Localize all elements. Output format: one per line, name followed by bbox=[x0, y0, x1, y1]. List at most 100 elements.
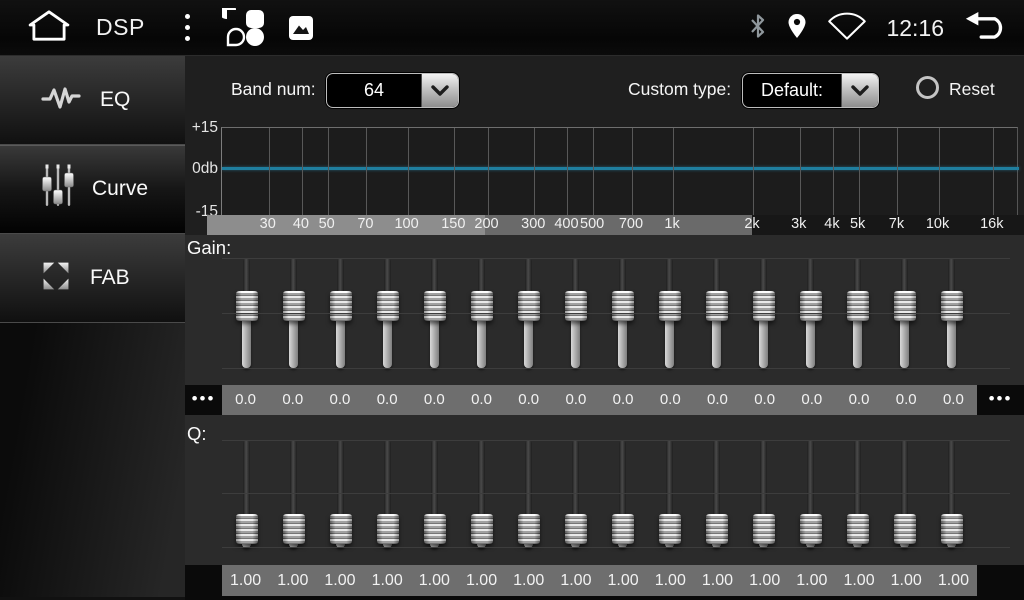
slider-track bbox=[336, 321, 345, 368]
q-slider[interactable] bbox=[753, 440, 775, 548]
q-slider[interactable] bbox=[471, 440, 493, 548]
sidebar-item-curve[interactable]: Curve bbox=[0, 145, 185, 234]
q-slider[interactable] bbox=[706, 440, 728, 548]
slider-knob-handle[interactable] bbox=[847, 291, 869, 321]
slider-knob-handle[interactable] bbox=[894, 291, 916, 321]
gridline bbox=[897, 128, 898, 216]
q-slider[interactable] bbox=[518, 440, 540, 548]
reset-label: Reset bbox=[949, 79, 995, 100]
slider-track bbox=[337, 440, 344, 514]
slider-track bbox=[571, 321, 580, 368]
gridline bbox=[534, 128, 535, 216]
slider-knob-handle[interactable] bbox=[518, 514, 540, 544]
q-value: 1.00 bbox=[694, 565, 741, 596]
back-icon[interactable] bbox=[962, 10, 1012, 46]
slider-knob-handle[interactable] bbox=[565, 514, 587, 544]
freq-tick: 50 bbox=[305, 216, 349, 232]
slider-knob-handle[interactable] bbox=[518, 291, 540, 321]
gain-value-strip: 0.00.00.00.00.00.00.00.00.00.00.00.00.00… bbox=[222, 385, 977, 415]
sidebar-item-fab[interactable]: FAB bbox=[0, 234, 185, 323]
gridline bbox=[859, 128, 860, 216]
slider-knob-handle[interactable] bbox=[283, 514, 305, 544]
slider-track bbox=[807, 440, 814, 514]
slider-track bbox=[948, 258, 955, 291]
custom-type-select[interactable]: Default: bbox=[742, 73, 879, 108]
slider-track bbox=[666, 258, 673, 291]
q-slider[interactable] bbox=[659, 440, 681, 548]
slider-track bbox=[384, 440, 391, 514]
slider-track bbox=[760, 258, 767, 291]
home-icon[interactable] bbox=[26, 8, 72, 47]
sidebar-item-eq[interactable]: EQ bbox=[0, 56, 185, 145]
slider-track bbox=[290, 440, 297, 514]
q-value-strip: 1.001.001.001.001.001.001.001.001.001.00… bbox=[222, 565, 977, 596]
slider-knob-handle[interactable] bbox=[800, 514, 822, 544]
q-slider[interactable] bbox=[565, 440, 587, 548]
slider-knob-handle[interactable] bbox=[424, 291, 446, 321]
slider-knob-handle[interactable] bbox=[236, 514, 258, 544]
q-slider[interactable] bbox=[800, 440, 822, 548]
slider-knob-handle[interactable] bbox=[283, 291, 305, 321]
slider-guide-line bbox=[222, 440, 1010, 441]
slider-knob-handle[interactable] bbox=[941, 291, 963, 321]
slider-track bbox=[431, 258, 438, 291]
slider-knob-handle[interactable] bbox=[753, 514, 775, 544]
slider-knob-handle[interactable] bbox=[565, 291, 587, 321]
slider-knob-handle[interactable] bbox=[236, 291, 258, 321]
slider-track bbox=[666, 440, 673, 514]
slider-knob-handle[interactable] bbox=[330, 514, 352, 544]
slider-knob-handle[interactable] bbox=[612, 291, 634, 321]
gallery-icon[interactable] bbox=[288, 15, 314, 41]
sidebar: EQ Curve bbox=[0, 56, 185, 600]
gridline bbox=[302, 128, 303, 216]
q-slider[interactable] bbox=[847, 440, 869, 548]
gain-overflow-left-button[interactable]: ••• bbox=[185, 385, 222, 413]
q-slider[interactable] bbox=[894, 440, 916, 548]
sidebar-empty-area bbox=[0, 323, 185, 597]
frequency-axis[interactable]: 304050701001502003004005007001k2k3k4k5k7… bbox=[185, 215, 1024, 235]
gain-value-row: ••• 0.00.00.00.00.00.00.00.00.00.00.00.0… bbox=[185, 385, 1024, 415]
q-slider[interactable] bbox=[612, 440, 634, 548]
chevron-down-icon[interactable] bbox=[421, 74, 458, 107]
slider-knob-handle[interactable] bbox=[706, 291, 728, 321]
slider-knob-handle[interactable] bbox=[377, 291, 399, 321]
q-value: 1.00 bbox=[269, 565, 316, 596]
slider-knob-handle[interactable] bbox=[659, 291, 681, 321]
slider-knob-handle[interactable] bbox=[424, 514, 446, 544]
q-slider[interactable] bbox=[283, 440, 305, 548]
eq-curve-plot[interactable] bbox=[221, 127, 1018, 215]
q-value: 1.00 bbox=[505, 565, 552, 596]
curve-panel: Band num: 64 Custom type: Default: Reset… bbox=[185, 56, 1024, 600]
band-num-select[interactable]: 64 bbox=[326, 73, 459, 108]
slider-knob-handle[interactable] bbox=[377, 514, 399, 544]
freq-tick: 10k bbox=[916, 216, 960, 232]
slider-knob-handle[interactable] bbox=[753, 291, 775, 321]
gain-value: 0.0 bbox=[600, 385, 647, 415]
overflow-menu-icon[interactable] bbox=[181, 10, 194, 45]
slider-knob-handle[interactable] bbox=[330, 291, 352, 321]
q-slider[interactable] bbox=[330, 440, 352, 548]
y-axis-label-max: +15 bbox=[185, 119, 218, 137]
slider-knob-handle[interactable] bbox=[847, 514, 869, 544]
q-slider[interactable] bbox=[424, 440, 446, 548]
gridline bbox=[632, 128, 633, 216]
slider-knob-handle[interactable] bbox=[471, 291, 493, 321]
slider-knob-handle[interactable] bbox=[800, 291, 822, 321]
gain-value: 0.0 bbox=[505, 385, 552, 415]
slider-knob-handle[interactable] bbox=[706, 514, 728, 544]
slider-knob-handle[interactable] bbox=[612, 514, 634, 544]
slider-knob-handle[interactable] bbox=[941, 514, 963, 544]
q-slider[interactable] bbox=[377, 440, 399, 548]
dsp-app-screen: DSP bbox=[0, 0, 1024, 600]
slider-knob-handle[interactable] bbox=[894, 514, 916, 544]
apps-clover-icon[interactable] bbox=[222, 8, 266, 48]
slider-track bbox=[759, 321, 768, 368]
gain-overflow-right-button[interactable]: ••• bbox=[977, 385, 1024, 413]
freq-tick: 200 bbox=[465, 216, 509, 232]
reset-radio[interactable] bbox=[916, 76, 939, 99]
slider-knob-handle[interactable] bbox=[471, 514, 493, 544]
chevron-down-icon[interactable] bbox=[841, 74, 878, 107]
slider-knob-handle[interactable] bbox=[659, 514, 681, 544]
q-slider[interactable] bbox=[941, 440, 963, 548]
q-slider[interactable] bbox=[236, 440, 258, 548]
